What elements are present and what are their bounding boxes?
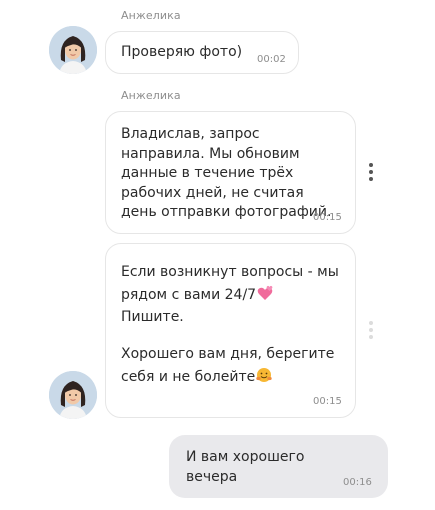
message-text: Владислав, запрос направила. Мы обновим … — [121, 126, 332, 220]
avatar[interactable] — [49, 371, 97, 419]
avatar-image — [49, 371, 97, 419]
hugging-face-emoji — [256, 367, 272, 382]
message-bubble[interactable]: Если возникнут вопросы - мы рядом с вами… — [105, 243, 356, 418]
message-paragraph: Если возникнут вопросы - мы рядом с вами… — [121, 261, 343, 329]
message-time: 00:15 — [313, 396, 342, 407]
message-text: Хорошего вам дня, берегите себя и не бол… — [121, 346, 335, 385]
message-time: 00:16 — [343, 477, 372, 488]
sender-name: Анжелика — [121, 89, 181, 102]
message-paragraph: Хорошего вам дня, берегите себя и не бол… — [121, 343, 349, 388]
message-text: И вам хорошего вечера — [186, 449, 305, 485]
two-hearts-emoji — [257, 285, 273, 300]
more-vertical-icon[interactable] — [367, 320, 375, 342]
message-time: 00:02 — [257, 54, 286, 65]
avatar-image — [49, 26, 97, 74]
message-time: 00:15 — [313, 212, 342, 223]
avatar[interactable] — [49, 26, 97, 74]
message-bubble-outgoing[interactable]: И вам хорошего вечера 00:16 — [169, 435, 388, 498]
sender-name: Анжелика — [121, 9, 181, 22]
message-text: Если возникнут вопросы - мы рядом с вами… — [121, 264, 339, 303]
message-bubble[interactable]: Проверяю фото) 00:02 — [105, 31, 299, 74]
message-bubble[interactable]: Владислав, запрос направила. Мы обновим … — [105, 111, 356, 234]
more-vertical-icon[interactable] — [367, 162, 375, 184]
message-text: Проверяю фото) — [121, 44, 243, 60]
message-text: Пишите. — [121, 309, 184, 325]
